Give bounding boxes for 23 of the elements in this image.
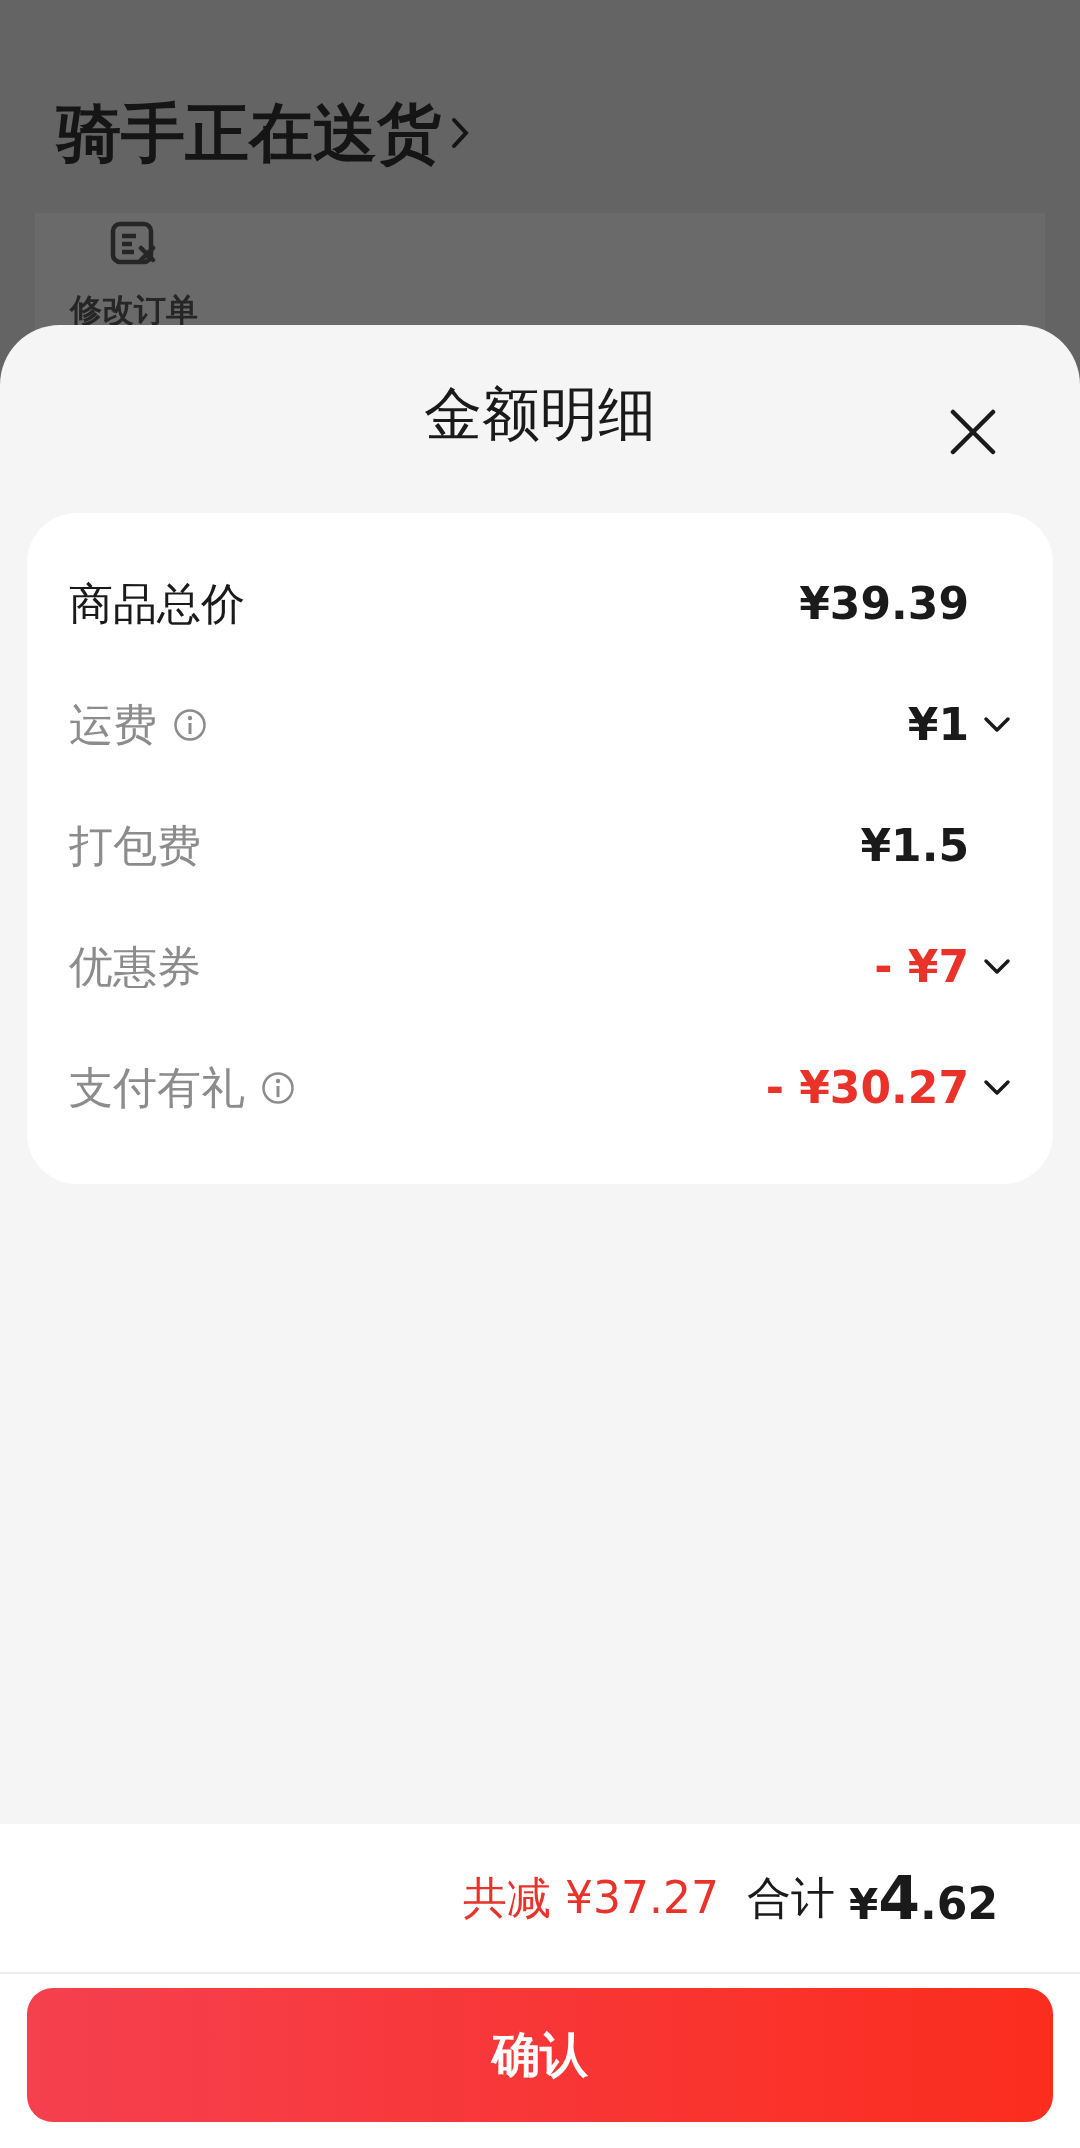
fee-amount: - ¥7 [874,944,969,989]
fee-label: 商品总价 [69,581,245,626]
chevron-down-icon[interactable] [983,715,1011,734]
chevron-right-icon[interactable] [451,117,469,149]
info-icon[interactable] [261,1070,295,1105]
close-icon[interactable] [950,409,996,455]
fee-label: 打包费 [69,823,201,868]
sheet-title: 金额明细 [424,385,656,443]
fee-label: 优惠券 [69,944,201,989]
chevron-down-icon[interactable] [983,1078,1011,1097]
total-amount: ¥4.62 [849,1863,998,1933]
fee-label: 支付有礼 [69,1065,245,1110]
fee-amount: ¥1 [907,702,969,747]
fee-label: 运费 [69,702,157,747]
fee-amount: ¥39.39 [799,581,969,626]
info-icon[interactable] [173,707,207,742]
fee-amount: - ¥30.27 [765,1065,969,1110]
edit-list-icon[interactable] [110,221,158,267]
chevron-down-icon[interactable] [983,957,1011,976]
confirm-button[interactable]: 确认 [27,1988,1053,2122]
fee-amount: ¥1.5 [860,823,969,868]
total-label: 合计 [747,1870,836,1925]
savings-text: 共减 ¥37.27 [463,1870,720,1925]
